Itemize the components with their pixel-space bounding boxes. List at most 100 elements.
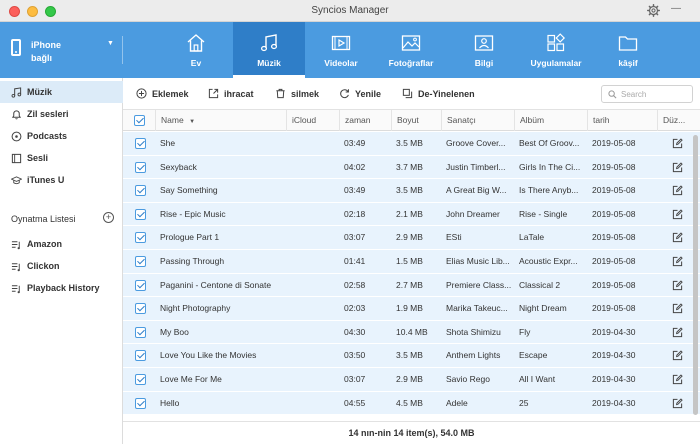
cell-name: Hello — [160, 397, 180, 408]
table-row[interactable]: My Boo 04:30 10.4 MB Shota Shimizu Fly 2019-0… — [123, 320, 700, 345]
scrollbar-thumb[interactable] — [693, 135, 698, 415]
edit-icon[interactable] — [672, 161, 683, 173]
cell-time: 02:03 — [344, 303, 366, 314]
edit-icon[interactable] — [672, 209, 683, 220]
home-icon — [187, 34, 205, 52]
row-checkbox[interactable] — [135, 185, 146, 197]
column-header-icloud[interactable]: iCloud — [286, 110, 339, 131]
cell-size: 10.4 MB — [396, 326, 428, 337]
cell-album: Is There Anyb... — [519, 185, 579, 196]
cell-size: 2.1 MB — [396, 208, 423, 219]
tab-info[interactable]: Bilgi — [448, 22, 520, 78]
edit-icon[interactable] — [672, 279, 683, 291]
cell-artist: Adele — [446, 397, 468, 408]
column-header-time[interactable]: zaman — [339, 110, 391, 131]
sidebar-item-ringtones[interactable]: Zil sesleri — [0, 103, 123, 125]
row-checkbox[interactable] — [135, 232, 146, 244]
add-label: Eklemek — [152, 89, 189, 99]
sidebar-item-audiobooks[interactable]: Sesli — [0, 147, 123, 169]
table-row[interactable]: She 03:49 3.5 MB Groove Cover... Best Of Gro… — [123, 132, 700, 156]
music-table: Name ▼ iCloud zaman Boyut Sanatçı Albüm … — [123, 110, 700, 421]
tab-videos[interactable]: Videolar — [305, 22, 377, 78]
vertical-scrollbar[interactable] — [693, 131, 698, 421]
cell-time: 04:55 — [344, 397, 366, 408]
cell-artist: Justin Timberl... — [446, 161, 506, 172]
table-row[interactable]: Love You Like the Movies 03:50 3.5 MB Anthe… — [123, 344, 700, 368]
podcast-icon — [11, 131, 22, 142]
row-checkbox[interactable] — [135, 208, 146, 220]
playlist-item-amazon[interactable]: Amazon — [0, 233, 123, 255]
minimize-icon[interactable]: — — [671, 3, 681, 14]
edit-icon[interactable] — [672, 374, 683, 385]
table-row[interactable]: Rise - Epic Music 02:18 2.1 MB John Dreamer… — [123, 202, 700, 227]
table-row[interactable]: Prologue Part 1 03:07 2.9 MB ESti LaTale 2019… — [123, 226, 700, 250]
cell-time: 03:50 — [344, 350, 366, 361]
edit-icon[interactable] — [672, 232, 683, 243]
row-checkbox[interactable] — [135, 138, 146, 149]
sidebar-item-podcasts[interactable]: Podcasts — [0, 125, 123, 147]
cell-album: Escape — [519, 350, 548, 361]
column-header-album[interactable]: Albüm — [514, 110, 587, 131]
tab-home[interactable]: Ev — [160, 22, 232, 78]
search-input[interactable] — [621, 88, 689, 100]
cell-size: 3.5 MB — [396, 350, 423, 361]
gear-icon[interactable] — [647, 4, 660, 17]
tab-explorer[interactable]: kâşif — [592, 22, 664, 78]
row-checkbox[interactable] — [135, 397, 146, 409]
edit-icon[interactable] — [672, 303, 683, 314]
column-header-label: Sanatçı — [447, 115, 476, 125]
chevron-down-icon[interactable]: ▼ — [107, 40, 114, 47]
add-circle-icon — [136, 88, 147, 99]
select-all-checkbox[interactable] — [134, 115, 145, 126]
tab-music[interactable]: Müzik — [233, 22, 305, 78]
row-checkbox[interactable] — [135, 303, 146, 315]
column-header-size[interactable]: Boyut — [391, 110, 441, 131]
column-header-label: Albüm — [520, 115, 545, 125]
edit-icon[interactable] — [672, 397, 683, 409]
column-header-artist[interactable]: Sanatçı — [441, 110, 514, 131]
cell-time: 03:49 — [344, 185, 366, 196]
table-row[interactable]: Night Photography 02:03 1.9 MB Marika Takeu… — [123, 297, 700, 321]
table-row[interactable]: Paganini - Centone di Sonate 02:58 2.7 MB P… — [123, 273, 700, 298]
select-all-header[interactable] — [123, 110, 155, 131]
row-checkbox[interactable] — [135, 374, 146, 385]
row-checkbox[interactable] — [135, 279, 146, 291]
tab-photos[interactable]: Fotoğraflar — [375, 22, 447, 78]
cell-name: My Boo — [160, 326, 189, 337]
edit-icon[interactable] — [672, 185, 683, 196]
playlist-item-playback-history[interactable]: Playback History — [0, 277, 123, 299]
cell-album: Best Of Groov... — [519, 138, 580, 148]
edit-icon[interactable] — [672, 138, 683, 149]
row-checkbox[interactable] — [135, 256, 146, 267]
row-checkbox[interactable] — [135, 161, 146, 173]
playlist-item-clickon[interactable]: Clickon — [0, 255, 123, 277]
edit-icon[interactable] — [672, 327, 683, 338]
row-checkbox[interactable] — [135, 350, 146, 362]
duplicate-icon — [402, 88, 413, 99]
edit-icon[interactable] — [672, 256, 683, 267]
device-selector[interactable]: iPhone bağlı ▼ — [0, 22, 122, 78]
cell-album: LaTale — [519, 232, 545, 243]
sidebar-item-music[interactable]: Müzik — [0, 81, 123, 103]
sidebar-item-label: Playback History — [27, 283, 100, 293]
column-header-name[interactable]: Name ▼ — [155, 110, 286, 131]
table-row[interactable]: Love Me For Me 03:07 2.9 MB Savio Rego All I… — [123, 368, 700, 392]
table-row[interactable]: Sexyback 04:02 3.7 MB Justin Timberl... Girl… — [123, 155, 700, 180]
column-header-date[interactable]: tarih — [587, 110, 657, 131]
table-row[interactable]: Passing Through 01:41 1.5 MB Elias Music Li… — [123, 250, 700, 274]
edit-icon[interactable] — [672, 350, 683, 361]
table-row[interactable]: Say Something 03:49 3.5 MB A Great Big W...… — [123, 179, 700, 203]
export-label: ihracat — [224, 89, 254, 99]
column-header-edit[interactable]: Düz... — [657, 110, 692, 131]
cell-name: Love You Like the Movies — [160, 350, 257, 361]
table-row[interactable]: Hello 04:55 4.5 MB Adele 25 2019-04-30 — [123, 391, 700, 416]
row-checkbox[interactable] — [135, 326, 146, 338]
sidebar-item-label: Amazon — [27, 239, 63, 249]
search-box[interactable] — [601, 85, 693, 103]
refresh-label: Yenile — [355, 89, 382, 99]
sidebar-item-itunes-u[interactable]: iTunes U — [0, 169, 123, 191]
cell-size: 3.7 MB — [396, 161, 423, 172]
add-playlist-icon[interactable]: + — [103, 212, 114, 223]
cell-artist: Anthem Lights — [446, 350, 501, 361]
tab-apps[interactable]: Uygulamalar — [520, 22, 592, 78]
